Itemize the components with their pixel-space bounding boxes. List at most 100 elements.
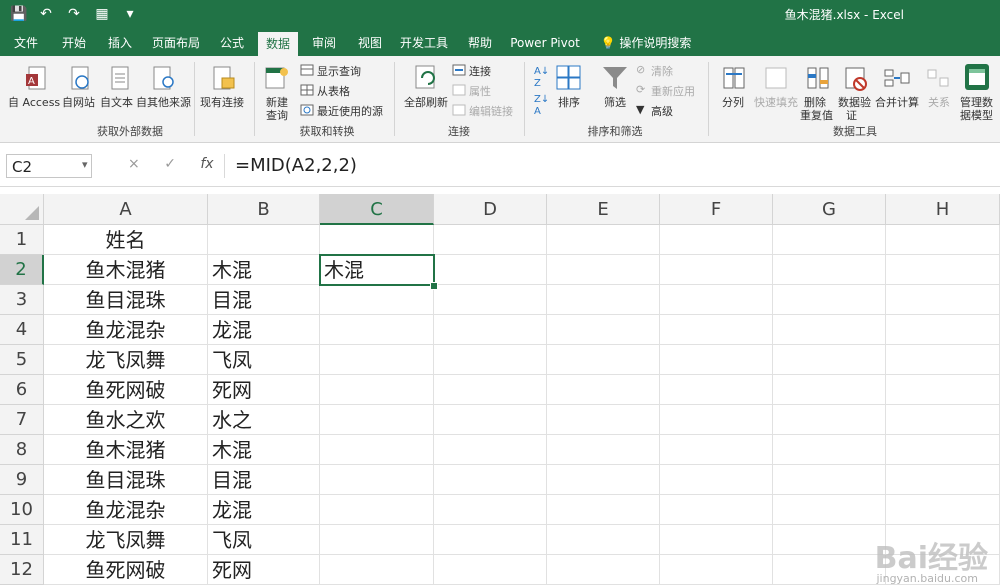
cell-d4[interactable] [434, 315, 547, 345]
cell-a7[interactable]: 鱼水之欢 [44, 405, 208, 435]
cell-b4[interactable]: 龙混 [208, 315, 320, 345]
cell-c11[interactable] [320, 525, 434, 555]
cell-f5[interactable] [660, 345, 773, 375]
properties-button[interactable]: 属性 [469, 83, 491, 99]
save-icon[interactable]: 💾 [10, 5, 27, 23]
data-validation-button-line2[interactable]: 证 [846, 107, 857, 123]
cell-g6[interactable] [773, 375, 886, 405]
cell-d1[interactable] [434, 225, 547, 255]
cell-b10[interactable]: 龙混 [208, 495, 320, 525]
cell-h9[interactable] [886, 465, 1000, 495]
column-header-a[interactable]: A [44, 194, 208, 225]
cell-e12[interactable] [547, 555, 660, 585]
cell-b12[interactable]: 死网 [208, 555, 320, 585]
cell-e2[interactable] [547, 255, 660, 285]
cell-c9[interactable] [320, 465, 434, 495]
cell-c8[interactable] [320, 435, 434, 465]
tab-power-pivot[interactable]: Power Pivot [508, 30, 582, 56]
tab-home[interactable]: 开始 [54, 30, 94, 56]
cell-f12[interactable] [660, 555, 773, 585]
tab-view[interactable]: 视图 [350, 30, 390, 56]
redo-icon[interactable]: ↷ [66, 5, 82, 23]
cell-d11[interactable] [434, 525, 547, 555]
cell-g5[interactable] [773, 345, 886, 375]
cell-h6[interactable] [886, 375, 1000, 405]
cell-f10[interactable] [660, 495, 773, 525]
cell-g4[interactable] [773, 315, 886, 345]
select-all-corner[interactable] [0, 194, 44, 225]
reapply-button[interactable]: 重新应用 [651, 83, 695, 99]
cell-d8[interactable] [434, 435, 547, 465]
from-text-button[interactable]: 自文本 [100, 94, 133, 110]
cell-e7[interactable] [547, 405, 660, 435]
column-header-h[interactable]: H [886, 194, 1000, 225]
cell-e5[interactable] [547, 345, 660, 375]
sort-descending-icon[interactable]: Z↓ A [534, 94, 549, 118]
row-header-4[interactable]: 4 [0, 315, 44, 345]
row-header-12[interactable]: 12 [0, 555, 44, 585]
cell-g7[interactable] [773, 405, 886, 435]
name-box-dropdown-icon[interactable]: ▾ [82, 158, 88, 171]
row-header-5[interactable]: 5 [0, 345, 44, 375]
tab-file[interactable]: 文件 [6, 30, 46, 56]
form-icon[interactable]: ▦ [94, 5, 110, 23]
undo-icon[interactable]: ↶ [38, 5, 54, 23]
tab-insert[interactable]: 插入 [100, 30, 140, 56]
column-header-d[interactable]: D [434, 194, 547, 225]
cell-b11[interactable]: 飞凤 [208, 525, 320, 555]
cell-h1[interactable] [886, 225, 1000, 255]
connections-button[interactable]: 连接 [469, 63, 491, 79]
cell-a10[interactable]: 鱼龙混杂 [44, 495, 208, 525]
remove-duplicates-button-line2[interactable]: 重复值 [800, 107, 833, 123]
cell-g2[interactable] [773, 255, 886, 285]
tab-data[interactable]: 数据 [258, 32, 298, 56]
cell-e11[interactable] [547, 525, 660, 555]
cell-c3[interactable] [320, 285, 434, 315]
row-header-10[interactable]: 10 [0, 495, 44, 525]
cell-a9[interactable]: 鱼目混珠 [44, 465, 208, 495]
cell-b6[interactable]: 死网 [208, 375, 320, 405]
refresh-all-button[interactable]: 全部刷新 [404, 94, 448, 110]
row-header-9[interactable]: 9 [0, 465, 44, 495]
cell-g3[interactable] [773, 285, 886, 315]
cell-b1[interactable] [208, 225, 320, 255]
row-header-1[interactable]: 1 [0, 225, 44, 255]
show-queries-button[interactable]: 显示查询 [317, 63, 361, 79]
cell-d5[interactable] [434, 345, 547, 375]
cell-e4[interactable] [547, 315, 660, 345]
cell-a1[interactable]: 姓名 [44, 225, 208, 255]
cell-g1[interactable] [773, 225, 886, 255]
fill-handle[interactable] [430, 282, 438, 290]
row-header-7[interactable]: 7 [0, 405, 44, 435]
from-other-sources-button[interactable]: 自其他来源 [136, 94, 191, 110]
enter-icon[interactable]: ✓ [164, 156, 176, 172]
row-header-3[interactable]: 3 [0, 285, 44, 315]
tab-developer[interactable]: 开发工具 [396, 30, 452, 56]
cell-b8[interactable]: 木混 [208, 435, 320, 465]
cancel-icon[interactable]: × [128, 156, 140, 172]
consolidate-button[interactable]: 合并计算 [875, 94, 919, 110]
flash-fill-button[interactable]: 快速填充 [754, 94, 798, 110]
cell-e8[interactable] [547, 435, 660, 465]
cell-a5[interactable]: 龙飞凤舞 [44, 345, 208, 375]
cell-d12[interactable] [434, 555, 547, 585]
cell-d6[interactable] [434, 375, 547, 405]
cell-h5[interactable] [886, 345, 1000, 375]
column-header-c[interactable]: C [320, 194, 434, 225]
advanced-filter-button[interactable]: 高级 [651, 103, 673, 119]
cell-h2[interactable] [886, 255, 1000, 285]
cell-c7[interactable] [320, 405, 434, 435]
cell-e9[interactable] [547, 465, 660, 495]
tab-review[interactable]: 审阅 [304, 30, 344, 56]
cell-c6[interactable] [320, 375, 434, 405]
cell-h3[interactable] [886, 285, 1000, 315]
edit-links-button[interactable]: 编辑链接 [469, 103, 513, 119]
relationships-button[interactable]: 关系 [928, 94, 950, 110]
cell-b5[interactable]: 飞凤 [208, 345, 320, 375]
from-access-button[interactable]: 自 Access [8, 94, 60, 110]
text-to-columns-button[interactable]: 分列 [722, 94, 744, 110]
cell-f8[interactable] [660, 435, 773, 465]
existing-connections-button[interactable]: 现有连接 [200, 94, 244, 110]
cell-d9[interactable] [434, 465, 547, 495]
cell-g11[interactable] [773, 525, 886, 555]
